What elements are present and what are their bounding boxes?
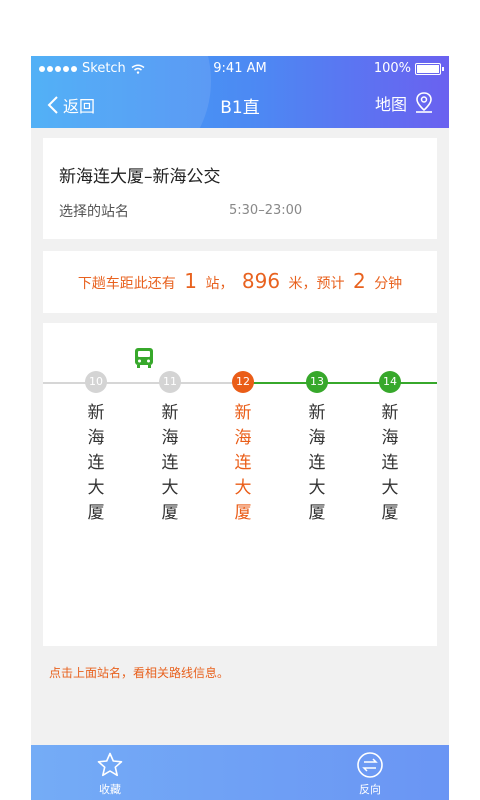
- hint-text: 点击上面站名，看相关路线信息。: [49, 666, 230, 680]
- favorite-label: 收藏: [99, 783, 121, 796]
- minutes-unit: 分钟: [374, 276, 403, 292]
- star-icon: [97, 752, 123, 777]
- favorite-button[interactable]: 收藏: [80, 751, 140, 797]
- stop-number[interactable]: 13: [306, 371, 328, 393]
- arrival-card: 下趟车距此还有 1 站， 896 米，预计 2 分钟: [43, 251, 437, 313]
- swap-direction-icon: [357, 752, 383, 778]
- selected-station-label: 选择的站名: [59, 204, 129, 220]
- service-hours: 5:30–23:00: [229, 203, 303, 218]
- battery-percent: 100%: [373, 61, 411, 76]
- stop-number[interactable]: 11: [159, 371, 181, 393]
- battery-icon: [415, 62, 444, 75]
- distance-value: 896: [241, 269, 281, 293]
- arrival-prefix: 下趟车距此还有: [77, 276, 176, 292]
- stop-11[interactable]: 11 新海连大厦: [150, 371, 190, 526]
- stop-10[interactable]: 10 新海连大厦: [76, 371, 116, 526]
- stop-name[interactable]: 新海连大厦: [159, 401, 181, 526]
- map-button[interactable]: 地图: [375, 91, 435, 115]
- stations-unit: 站，: [205, 276, 234, 292]
- reverse-label: 反向: [359, 783, 381, 796]
- route-map-card: 10 新海连大厦 11 新海连大厦 12 新海连大厦 13 新海连大厦 14 新…: [43, 323, 437, 646]
- status-bar: Sketch 9:41 AM 100%: [31, 56, 449, 82]
- tab-bar: 收藏 反向: [31, 745, 449, 800]
- stop-name[interactable]: 新海连大厦: [85, 401, 107, 526]
- stop-number[interactable]: 14: [379, 371, 401, 393]
- nav-bar: 返回 B1直 地图: [31, 82, 449, 128]
- route-line-passed: [43, 382, 241, 384]
- battery-area: 100%: [373, 61, 444, 76]
- stations-away: 1: [184, 269, 197, 293]
- route-name: 新海连大厦–新海公交: [59, 167, 221, 187]
- stop-name[interactable]: 新海连大厦: [232, 401, 254, 526]
- stop-name[interactable]: 新海连大厦: [306, 401, 328, 526]
- stop-number[interactable]: 10: [85, 371, 107, 393]
- header: Sketch 9:41 AM 100% 返回 B1直 地图: [31, 56, 449, 128]
- minutes-value: 2: [353, 269, 366, 293]
- stop-number[interactable]: 12: [232, 371, 254, 393]
- stop-name[interactable]: 新海连大厦: [379, 401, 401, 526]
- phone-screen: Sketch 9:41 AM 100% 返回 B1直 地图 新海连大厦–新海公交…: [31, 56, 449, 800]
- stop-14[interactable]: 14 新海连大厦: [370, 371, 410, 526]
- arrival-info: 下趟车距此还有 1 站， 896 米，预计 2 分钟: [43, 269, 437, 293]
- stop-12[interactable]: 12 新海连大厦: [223, 371, 263, 526]
- map-pin-icon: [416, 92, 432, 113]
- map-label: 地图: [374, 95, 407, 114]
- route-info-card: 新海连大厦–新海公交 选择的站名 5:30–23:00: [43, 138, 437, 239]
- reverse-button[interactable]: 反向: [340, 751, 400, 797]
- distance-unit: 米，预计: [288, 276, 345, 292]
- bus-icon: [135, 348, 153, 368]
- stop-13[interactable]: 13 新海连大厦: [297, 371, 337, 526]
